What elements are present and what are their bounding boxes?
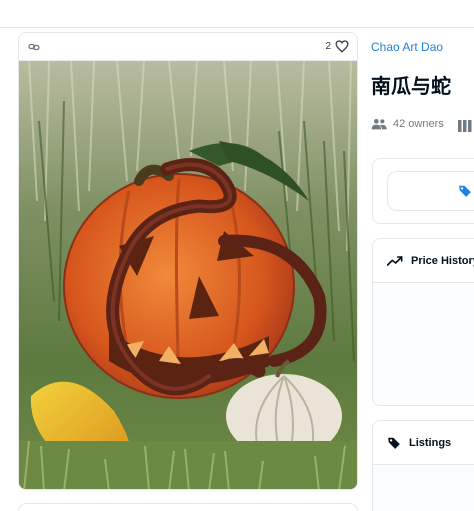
heart-icon[interactable] (335, 40, 349, 53)
offer-button[interactable] (387, 171, 474, 211)
trend-icon (387, 255, 403, 266)
listings-header[interactable]: Listings (373, 421, 474, 465)
people-icon (371, 119, 387, 130)
item-media-card: 2 (18, 32, 358, 490)
description-card (18, 503, 358, 511)
top-bar (0, 0, 474, 28)
listings-panel: Listings (372, 420, 474, 511)
owners-count: 42 owners (393, 118, 444, 130)
media-card-header: 2 (19, 33, 357, 61)
item-title: 南瓜与蛇 (371, 74, 451, 98)
favorite-count: 2 (325, 41, 331, 52)
price-history-panel: Price History (372, 238, 474, 406)
listings-body (373, 465, 474, 511)
link-icon[interactable] (27, 40, 41, 54)
listings-title: Listings (409, 436, 452, 449)
owners-stat[interactable]: 42 owners (371, 118, 444, 130)
price-history-header[interactable]: Price History (373, 239, 474, 283)
price-history-body (373, 283, 474, 405)
favorite-group[interactable]: 2 (325, 40, 349, 53)
tag-icon (459, 185, 471, 197)
price-history-title: Price History (411, 254, 474, 267)
collection-link[interactable]: Chao Art Dao (371, 40, 443, 54)
tag-icon (388, 437, 400, 449)
grid-icon (458, 120, 472, 132)
sale-panel (372, 158, 474, 224)
artwork-image[interactable] (19, 61, 358, 490)
